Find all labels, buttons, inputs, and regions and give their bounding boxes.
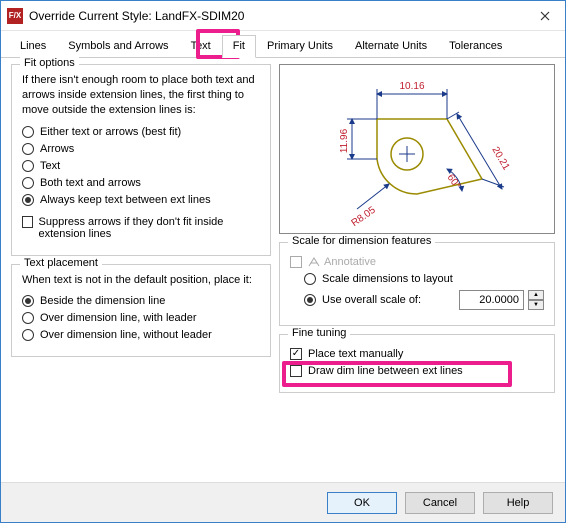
window-title: Override Current Style: LandFX-SDIM20 — [29, 9, 525, 23]
tab-symbols[interactable]: Symbols and Arrows — [57, 35, 179, 57]
radio-label: Over dimension line, without leader — [40, 329, 212, 341]
app-icon: F/X — [7, 8, 23, 24]
radio-icon — [22, 160, 34, 172]
checkbox-label: Place text manually — [308, 348, 403, 360]
group-text-placement: Text placement When text is not in the d… — [11, 264, 271, 358]
radio-beside[interactable]: Beside the dimension line — [22, 295, 260, 307]
tab-bar: Lines Symbols and Arrows Text Fit Primar… — [1, 31, 565, 58]
radio-icon — [22, 329, 34, 341]
radio-text[interactable]: Text — [22, 160, 260, 172]
radio-both[interactable]: Both text and arrows — [22, 177, 260, 189]
radio-label: Arrows — [40, 143, 74, 155]
radio-either[interactable]: Either text or arrows (best fit) — [22, 126, 260, 138]
dialog-content: Fit options If there isn't enough room t… — [1, 58, 565, 478]
dim-angle: 60° — [445, 172, 463, 191]
radio-scale-overall[interactable]: Use overall scale of: — [304, 294, 421, 306]
radio-icon — [304, 294, 316, 306]
radio-icon — [22, 194, 34, 206]
textplace-desc: When text is not in the default position… — [22, 273, 260, 288]
radio-icon — [22, 177, 34, 189]
group-title-fit: Fit options — [20, 57, 79, 69]
checkbox-label: Suppress arrows if they don't fit inside… — [39, 216, 261, 240]
radio-scale-layout[interactable]: Scale dimensions to layout — [304, 273, 544, 285]
annotative-icon — [308, 256, 320, 268]
radio-label: Use overall scale of: — [322, 294, 421, 306]
tab-tolerances[interactable]: Tolerances — [438, 35, 513, 57]
annotative-label: Annotative — [324, 256, 376, 268]
radio-icon — [22, 126, 34, 138]
radio-label: Text — [40, 160, 60, 172]
spin-up[interactable]: ▲ — [528, 290, 544, 300]
close-icon — [540, 11, 550, 21]
tab-alternate-units[interactable]: Alternate Units — [344, 35, 438, 57]
radio-icon — [304, 273, 316, 285]
tab-fit[interactable]: Fit — [222, 35, 256, 58]
dim-left: 11.96 — [339, 128, 350, 153]
ok-button[interactable]: OK — [327, 492, 397, 514]
radio-always[interactable]: Always keep text between ext lines — [22, 194, 260, 206]
cancel-button[interactable]: Cancel — [405, 492, 475, 514]
tab-text[interactable]: Text — [180, 35, 222, 57]
checkbox-place-manual[interactable]: Place text manually — [290, 348, 544, 360]
fit-desc: If there isn't enough room to place both… — [22, 73, 260, 118]
title-bar: F/X Override Current Style: LandFX-SDIM2… — [1, 1, 565, 31]
radio-label: Both text and arrows — [40, 177, 141, 189]
checkbox-icon — [290, 348, 302, 360]
tab-primary-units[interactable]: Primary Units — [256, 35, 344, 57]
preview-svg: 10.16 11.96 R8.05 60° 20.21 — [307, 69, 527, 229]
group-fit-options: Fit options If there isn't enough room t… — [11, 64, 271, 256]
checkbox-icon — [290, 256, 302, 268]
group-title-fine: Fine tuning — [288, 327, 350, 339]
spin-down[interactable]: ▼ — [528, 300, 544, 310]
tab-lines[interactable]: Lines — [9, 35, 57, 57]
checkbox-icon — [290, 365, 302, 377]
radio-over-noleader[interactable]: Over dimension line, without leader — [22, 329, 260, 341]
checkbox-icon — [22, 216, 33, 228]
radio-icon — [22, 143, 34, 155]
dim-diag: 20.21 — [489, 145, 511, 173]
radio-label: Over dimension line, with leader — [40, 312, 197, 324]
group-scale: Scale for dimension features Annotative … — [279, 242, 555, 326]
dimension-preview: 10.16 11.96 R8.05 60° 20.21 — [279, 64, 555, 234]
group-title-scale: Scale for dimension features — [288, 235, 435, 247]
group-title-textplace: Text placement — [20, 257, 102, 269]
dim-top: 10.16 — [399, 81, 424, 92]
group-fine-tuning: Fine tuning Place text manually Draw dim… — [279, 334, 555, 393]
dim-radius: R8.05 — [349, 205, 378, 229]
radio-icon — [22, 312, 34, 324]
radio-label: Either text or arrows (best fit) — [40, 126, 181, 138]
radio-label: Scale dimensions to layout — [322, 273, 453, 285]
checkbox-annotative: Annotative — [290, 256, 544, 268]
help-button[interactable]: Help — [483, 492, 553, 514]
dialog-footer: OK Cancel Help — [1, 482, 565, 522]
radio-over-leader[interactable]: Over dimension line, with leader — [22, 312, 260, 324]
checkbox-suppress[interactable]: Suppress arrows if they don't fit inside… — [22, 216, 260, 240]
scale-value-input[interactable] — [459, 290, 524, 310]
close-button[interactable] — [525, 1, 565, 31]
radio-label: Beside the dimension line — [40, 295, 165, 307]
radio-label: Always keep text between ext lines — [40, 194, 211, 206]
dialog-window: F/X Override Current Style: LandFX-SDIM2… — [0, 0, 566, 523]
radio-icon — [22, 295, 34, 307]
scale-spinner: ▲ ▼ — [528, 290, 544, 310]
checkbox-draw-dim[interactable]: Draw dim line between ext lines — [290, 365, 544, 377]
radio-arrows[interactable]: Arrows — [22, 143, 260, 155]
checkbox-label: Draw dim line between ext lines — [308, 365, 463, 377]
